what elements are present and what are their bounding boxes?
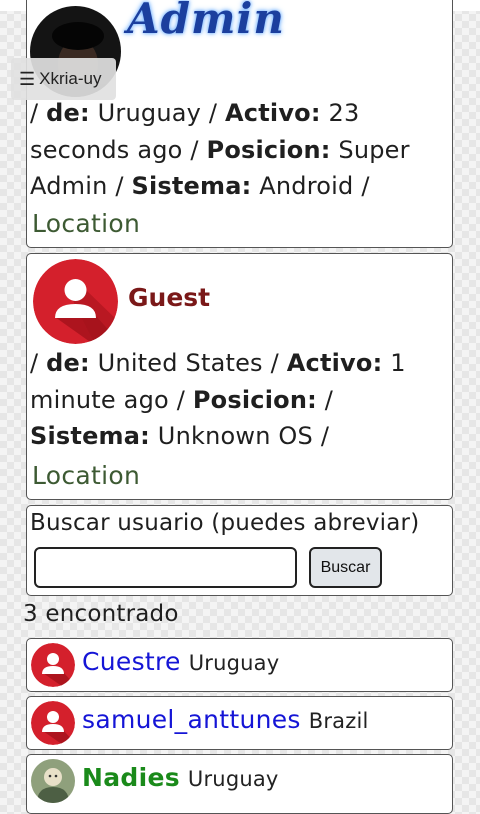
result-row[interactable]: Nadies Uruguay xyxy=(26,754,453,814)
result-country: Brazil xyxy=(308,709,369,733)
result-username-line: Cuestre Uruguay xyxy=(82,647,279,676)
result-username[interactable]: Cuestre xyxy=(82,647,181,676)
result-row[interactable]: Cuestre Uruguay xyxy=(26,638,453,692)
hamburger-icon: ☰ xyxy=(19,68,36,89)
guest-username[interactable]: Guest xyxy=(128,283,210,312)
result-country: Uruguay xyxy=(188,651,280,675)
search-label: Buscar usuario (puedes abreviar) xyxy=(30,510,420,536)
search-panel: Buscar usuario (puedes abreviar) Buscar xyxy=(26,505,453,596)
result-avatar[interactable] xyxy=(31,701,75,745)
search-button[interactable]: Buscar xyxy=(309,547,382,588)
result-username-line: Nadies Uruguay xyxy=(82,763,279,792)
admin-info: / de: Uruguay / Activo: 23 seconds ago /… xyxy=(30,99,410,200)
default-user-icon xyxy=(31,701,75,745)
menu-label: Xkria-uy xyxy=(39,69,102,88)
menu-button[interactable]: ☰ Xkria-uy xyxy=(11,58,116,100)
guest-country: United States xyxy=(97,349,263,377)
online-user-card-admin: Admin / de: Uruguay / Activo: 23 seconds… xyxy=(26,0,453,248)
default-user-icon xyxy=(31,643,75,687)
admin-system: Android xyxy=(259,172,354,200)
guest-location-link[interactable]: Location xyxy=(32,461,140,490)
result-avatar[interactable] xyxy=(31,759,75,803)
admin-username[interactable]: Admin xyxy=(127,0,285,43)
result-username[interactable]: Nadies xyxy=(82,763,180,792)
results-count: 3 encontrado xyxy=(23,601,179,627)
result-username-line: samuel_anttunes Brazil xyxy=(82,705,369,734)
result-row[interactable]: samuel_anttunes Brazil xyxy=(26,696,453,750)
default-user-icon xyxy=(33,259,118,344)
result-username[interactable]: samuel_anttunes xyxy=(82,705,301,734)
online-user-card-guest: Guest / de: United States / Activo: 1 mi… xyxy=(26,253,453,500)
guest-info: / de: United States / Activo: 1 minute a… xyxy=(30,349,406,450)
guest-system: Unknown OS xyxy=(157,422,313,450)
search-input[interactable] xyxy=(34,547,297,588)
result-country: Uruguay xyxy=(187,767,279,791)
admin-location-link[interactable]: Location xyxy=(32,209,140,238)
admin-country: Uruguay xyxy=(97,99,202,127)
result-avatar[interactable] xyxy=(31,643,75,687)
user-photo-icon xyxy=(31,759,75,803)
guest-avatar[interactable] xyxy=(33,259,118,344)
